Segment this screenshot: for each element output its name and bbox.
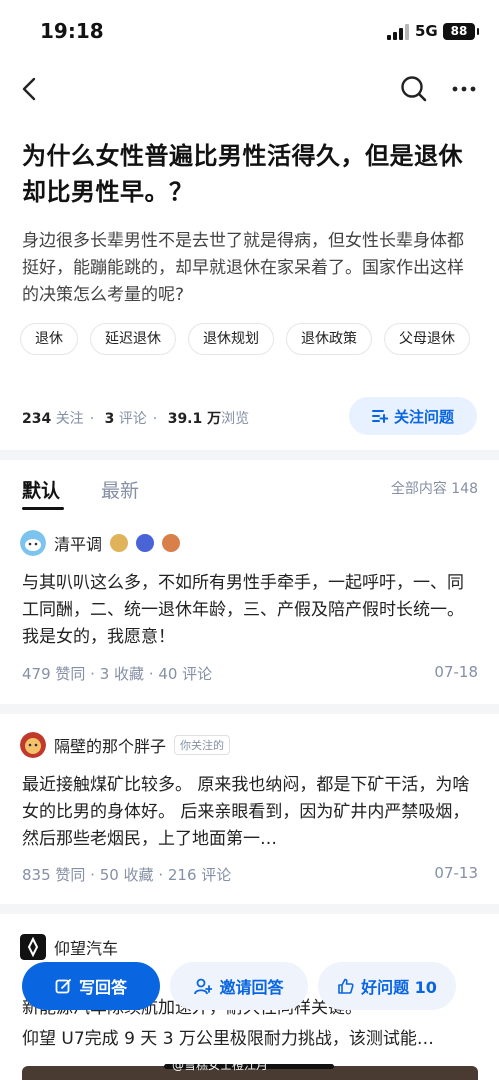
follow-question-label: 关注问题 (393, 407, 454, 426)
answer-excerpt[interactable]: 与其叭叭这么多，不如所有男性手牵手，一起呼吁，一、同工同酬，二、统一退休年龄，三… (22, 570, 477, 651)
answer-date: 07-13 (434, 864, 478, 882)
divider (0, 704, 499, 714)
followers-count: 234 (22, 411, 52, 427)
topic-tags: 退休 延迟退休 退休规划 退休政策 父母退休 (20, 323, 470, 355)
verified-badge-icon (136, 534, 155, 552)
edit-icon (55, 978, 71, 993)
follow-question-button[interactable]: 关注问题 (349, 397, 477, 435)
answer-date: 07-18 (434, 663, 478, 681)
follow-list-icon (371, 410, 388, 423)
answer-author[interactable]: 隔壁的那个胖子 你关注的 (20, 732, 231, 758)
chevron-left-icon[interactable] (20, 76, 40, 102)
search-icon[interactable] (400, 75, 428, 103)
question-stats: 234 关注 · 3 评论 · 39.1 万浏览 (22, 411, 250, 427)
invite-answer-button[interactable]: 邀请回答 (170, 962, 308, 1010)
top-nav (0, 62, 499, 118)
followed-tag: 你关注的 (174, 735, 231, 755)
good-question-label: 好问题 10 (361, 978, 437, 997)
comments-label[interactable]: 评论 (119, 411, 147, 427)
tab-latest[interactable]: 最新 (101, 476, 139, 503)
followers-label: 关注 (55, 411, 84, 427)
invite-answer-label: 邀请回答 (219, 978, 284, 997)
answer-card[interactable]: 清平调 与其叭叭这么多，不如所有男性手牵手，一起呼吁，一、同工同酬，二、统一退休… (0, 530, 499, 700)
answer-meta: 479 赞同 · 3 收藏 · 40 评论 (22, 665, 213, 683)
avatar[interactable] (20, 732, 46, 758)
topic-tag[interactable]: 退休规划 (188, 323, 274, 355)
network-label: 5G (415, 22, 438, 40)
author-name[interactable]: 仰望汽车 (54, 935, 118, 959)
topic-tag[interactable]: 延迟退休 (90, 323, 176, 355)
answer-excerpt-line[interactable]: 仰望 U7完成 9 天 3 万公里极限耐力挑战，该测试能… (22, 1026, 477, 1053)
author-name[interactable]: 隔壁的那个胖子 (54, 733, 166, 757)
invite-user-icon (194, 978, 213, 994)
question-title[interactable]: 为什么女性普遍比男性活得久，但是退休却比男性早。？ (22, 138, 478, 210)
avatar[interactable] (20, 934, 46, 960)
answer-author[interactable]: 清平调 (20, 530, 181, 556)
answer-card[interactable]: 隔壁的那个胖子 你关注的 最近接触煤矿比较多。 原来我也纳闷，都是下矿干活，为啥… (0, 732, 499, 902)
topic-tag[interactable]: 退休政策 (286, 323, 372, 355)
views-count: 39.1 万 (167, 411, 222, 427)
signal-icon (387, 24, 409, 40)
answer-meta: 835 赞同 · 50 收藏 · 216 评论 (22, 866, 232, 884)
question-description[interactable]: 身边很多长辈男性不是去世了就是得病，但女性长辈身体都挺好，能蹦能跳的，却早就退休… (22, 228, 480, 309)
author-name[interactable]: 清平调 (54, 531, 102, 555)
all-content-count[interactable]: 全部内容 148 (391, 478, 478, 498)
thumbs-up-icon (338, 978, 354, 994)
status-time: 19:18 (40, 19, 104, 43)
topic-tag[interactable]: 父母退休 (384, 323, 470, 355)
active-tab-indicator (22, 507, 64, 510)
battery-icon: 88 (443, 23, 479, 40)
bottom-action-bar: 写回答 邀请回答 好问题 10 (22, 962, 478, 1012)
comments-count[interactable]: 3 (105, 411, 115, 427)
answer-author[interactable]: 仰望汽车 (20, 934, 118, 960)
topic-tag[interactable]: 退休 (20, 323, 78, 355)
achievement-badge-icon (162, 534, 181, 552)
views-label: 浏览 (221, 411, 250, 427)
avatar[interactable] (20, 530, 46, 556)
good-question-button[interactable]: 好问题 10 (318, 962, 456, 1010)
watermark: @雪糕女士橙江月 (172, 1058, 269, 1072)
write-answer-label: 写回答 (78, 978, 127, 997)
tab-default[interactable]: 默认 (22, 476, 60, 503)
more-dots-icon[interactable] (452, 86, 476, 92)
status-bar: 19:18 5G 88 (0, 0, 499, 62)
write-answer-button[interactable]: 写回答 (22, 962, 160, 1010)
answer-excerpt[interactable]: 最近接触煤矿比较多。 原来我也纳闷，都是下矿干活，为啥女的比男的身体好。 后来亲… (22, 772, 477, 853)
divider (0, 904, 499, 914)
question-header: 为什么女性普遍比男性活得久，但是退休却比男性早。？ 身边很多长辈男性不是去世了就… (0, 118, 499, 450)
level-badge-icon (110, 534, 129, 552)
